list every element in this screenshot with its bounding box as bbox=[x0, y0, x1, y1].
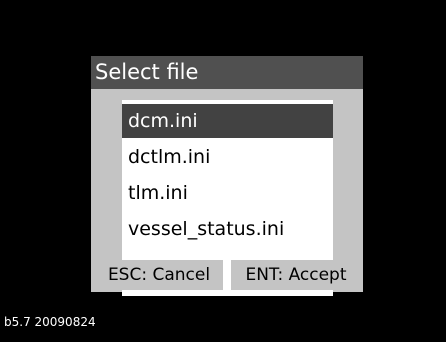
accept-button[interactable]: ENT: Accept bbox=[231, 260, 361, 290]
select-file-dialog: Select file dcm.ini dctlm.ini tlm.ini ve… bbox=[91, 56, 363, 296]
dialog-title: Select file bbox=[91, 56, 363, 89]
file-item-dcm[interactable]: dcm.ini bbox=[122, 104, 333, 138]
cancel-button[interactable]: ESC: Cancel bbox=[95, 260, 223, 290]
file-item-vessel-status[interactable]: vessel_status.ini bbox=[122, 212, 333, 246]
file-item-tlm[interactable]: tlm.ini bbox=[122, 176, 333, 210]
file-item-dctlm[interactable]: dctlm.ini bbox=[122, 140, 333, 174]
version-label: b5.7 20090824 bbox=[4, 315, 96, 329]
